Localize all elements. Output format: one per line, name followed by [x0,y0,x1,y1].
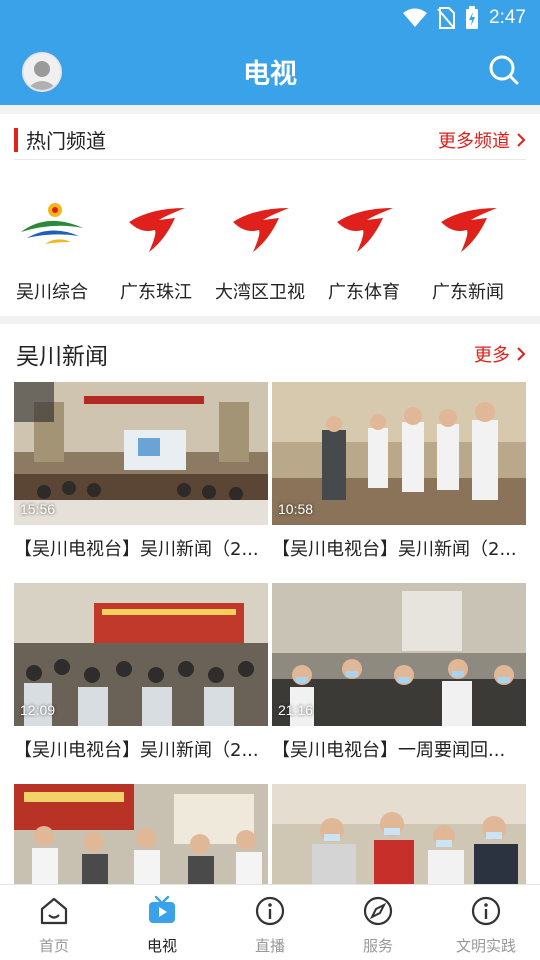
tab-label: 直播 [254,937,285,955]
news-card[interactable]: 12:09 【吴川电视台】吴川新闻（2... [14,583,268,762]
video-thumbnail [14,784,268,884]
home-icon [40,897,68,925]
channel-item[interactable]: 广东体育 [312,198,416,304]
news-caption: 【吴川电视台】吴川新闻（2... [272,539,517,560]
news-card[interactable]: 21:16 【吴川电视台】一周要闻回... [272,583,526,762]
gdtv-logo-icon [233,208,289,252]
chevron-right-icon [517,132,526,147]
wifi-icon [403,8,428,27]
channel-label: 吴川综合 [16,282,88,303]
info-icon [255,896,285,926]
tab-label: 首页 [38,937,69,955]
tab-service[interactable]: 服务 [324,885,432,960]
more-channels-label: 更多频道 [438,130,510,152]
video-duration: 12:09 [20,702,56,718]
news-card[interactable] [272,784,526,884]
news-caption: 【吴川电视台】吴川新闻（2... [14,539,259,560]
video-thumbnail: 21:16 [272,583,526,726]
hot-channels-section: 热门频道 更多频道 吴川综合 广东珠江 大湾区卫视 广东体育 广东新闻 [0,114,540,316]
battery-charging-icon [466,6,479,29]
status-bar: 2:47 [403,6,526,30]
video-thumbnail-image [272,784,526,884]
search-icon[interactable] [488,54,520,86]
section-marker [14,127,18,152]
tab-label: 文明实践 [455,937,516,955]
no-sim-icon [437,7,456,29]
hot-channels-title: 热门频道 [26,129,106,153]
video-duration: 15:56 [20,501,56,517]
channel-list: 吴川综合 广东珠江 大湾区卫视 广东体育 广东新闻 [0,198,540,304]
compass-icon [363,896,393,926]
tv-icon [149,895,175,923]
news-caption: 【吴川电视台】吴川新闻（2... [14,740,259,761]
hot-channels-header: 热门频道 更多频道 [14,126,526,160]
more-news-label: 更多 [474,345,510,366]
page-title: 电视 [243,59,297,90]
tab-tv[interactable]: 电视 [108,885,216,960]
video-thumbnail: 10:58 [272,382,526,525]
chevron-right-icon [517,347,526,361]
video-thumbnail: 15:56 [14,382,268,525]
news-card[interactable]: 10:58 【吴川电视台】吴川新闻（2... [272,382,526,561]
channel-item[interactable]: 广东新闻 [416,198,520,304]
channel-label: 广东新闻 [432,282,504,303]
news-caption: 【吴川电视台】一周要闻回... [272,740,506,761]
bottom-tab-bar: 首页 电视 直播 服务 文明实践 [0,884,540,960]
tab-label: 电视 [146,937,177,955]
tab-label: 服务 [362,937,393,955]
video-duration: 21:16 [278,702,314,718]
video-duration: 10:58 [278,501,314,517]
gdtv-logo-icon [129,208,185,252]
news-card[interactable]: 15:56 【吴川电视台】吴川新闻（2... [14,382,268,561]
news-title: 吴川新闻 [16,344,108,370]
tab-live[interactable]: 直播 [216,885,324,960]
video-thumbnail: 12:09 [14,583,268,726]
more-news-link[interactable]: 更多 [474,341,526,367]
news-header: 吴川新闻 更多 [16,338,526,370]
gdtv-logo-icon [441,208,497,252]
status-time: 2:47 [489,7,526,28]
gdtv-logo-icon [337,208,393,252]
video-thumbnail [272,784,526,884]
channel-label: 广东体育 [328,282,400,303]
video-thumbnail-image [14,784,268,884]
channel-item[interactable]: 广东珠江 [104,198,208,304]
more-channels-link[interactable]: 更多频道 [438,127,526,153]
channel-item[interactable]: 吴川综合 [0,198,104,304]
news-card[interactable] [14,784,268,884]
wuchuan-logo-icon [21,203,83,244]
channel-label: 广东珠江 [120,282,192,303]
channel-item[interactable]: 大湾区卫视 [208,198,312,304]
top-bar: 2:47 电视 [0,0,540,105]
wuchuan-news-section: 吴川新闻 更多 15:56 【吴川电视台】吴川新闻（2... 10:58 【吴川… [0,324,540,884]
tab-civilization[interactable]: 文明实践 [432,885,540,960]
channel-label: 大湾区卫视 [215,282,305,303]
tab-home[interactable]: 首页 [0,885,108,960]
info-icon [471,896,501,926]
